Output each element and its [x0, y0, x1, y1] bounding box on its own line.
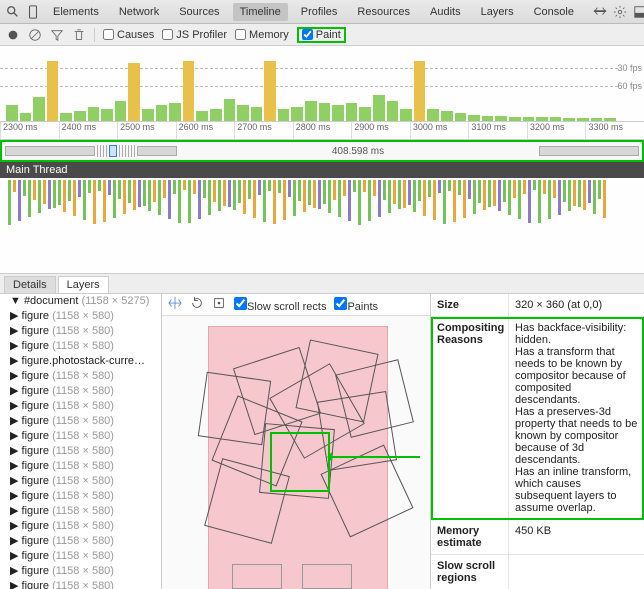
trash-icon[interactable] [72, 28, 86, 42]
selected-layer-highlight [270, 432, 330, 492]
tree-row[interactable]: ▶ figure (1158 × 580) [0, 548, 161, 563]
tree-row[interactable]: ▶ figure.photostack-curre… [0, 353, 161, 368]
prop-mem-key: Memory estimate [431, 520, 509, 554]
fps-chart[interactable]: 30 fps 60 fps [0, 46, 644, 122]
layer-tree[interactable]: ▼ #document (1158 × 5275)▶ figure (1158 … [0, 294, 162, 589]
main-tabbar: Elements Network Sources Timeline Profil… [0, 0, 644, 24]
ruler-tick: 2700 ms [234, 122, 293, 139]
ruler-tick: 3100 ms [468, 122, 527, 139]
slow-scroll-label: Slow scroll rects [247, 301, 326, 313]
dock-icon[interactable] [633, 5, 644, 19]
sub-tabbar: Details Layers [0, 274, 644, 294]
tree-row[interactable]: ▼ #document (1158 × 5275) [0, 294, 161, 308]
subtab-layers[interactable]: Layers [58, 276, 109, 293]
device-icon[interactable] [26, 5, 40, 19]
fps-30-label: 30 fps [617, 63, 642, 73]
tree-row[interactable]: ▶ figure (1158 × 580) [0, 578, 161, 589]
prop-reasons-key: Compositing Reasons [431, 317, 509, 519]
tree-row[interactable]: ▶ figure (1158 × 580) [0, 338, 161, 353]
rotate-icon[interactable] [190, 296, 204, 313]
prop-slow-key: Slow scroll regions [431, 555, 509, 589]
gear-icon[interactable] [613, 5, 627, 19]
drawer-icon[interactable] [593, 5, 607, 19]
ruler-tick: 2500 ms [117, 122, 176, 139]
memory-checkbox[interactable]: Memory [235, 29, 289, 41]
timeline-filterbar: Causes JS Profiler Memory Paint [0, 24, 644, 46]
reset-icon[interactable] [212, 296, 226, 313]
layer-rect [198, 372, 271, 445]
overview-strip[interactable]: 408.598 ms [0, 140, 644, 162]
prop-mem-val: 450 KB [509, 520, 644, 554]
ruler-tick: 3300 ms [585, 122, 644, 139]
main-thread-header: Main Thread [0, 162, 644, 178]
tree-row[interactable]: ▶ figure (1158 × 580) [0, 428, 161, 443]
prop-size-val: 320 × 360 (at 0,0) [509, 294, 644, 316]
ruler-tick: 3000 ms [410, 122, 469, 139]
tree-row[interactable]: ▶ figure (1158 × 580) [0, 488, 161, 503]
tab-sources[interactable]: Sources [172, 3, 226, 21]
layers-toolbar: Slow scroll rects Paints [162, 294, 430, 316]
memory-label: Memory [249, 29, 289, 41]
tab-layers[interactable]: Layers [474, 3, 521, 21]
tab-resources[interactable]: Resources [350, 3, 417, 21]
tree-row[interactable]: ▶ figure (1158 × 580) [0, 398, 161, 413]
ruler-tick: 2800 ms [293, 122, 352, 139]
prop-size-key: Size [431, 294, 509, 316]
tree-row[interactable]: ▶ figure (1158 × 580) [0, 323, 161, 338]
overview-selection[interactable] [109, 145, 117, 157]
jsprofiler-checkbox[interactable]: JS Profiler [162, 29, 227, 41]
ruler-tick: 2600 ms [176, 122, 235, 139]
prop-reasons-val: Has backface-visibility: hidden. Has a t… [509, 317, 644, 519]
paint-checkbox[interactable]: Paint [297, 27, 346, 43]
tree-row[interactable]: ▶ figure (1158 × 580) [0, 533, 161, 548]
causes-label: Causes [117, 29, 154, 41]
tab-console[interactable]: Console [527, 3, 581, 21]
pan-icon[interactable] [168, 296, 182, 313]
main-thread-flame[interactable] [0, 178, 644, 274]
ruler-tick: 2900 ms [351, 122, 410, 139]
clear-icon[interactable] [28, 28, 42, 42]
tab-profiles[interactable]: Profiles [294, 3, 345, 21]
search-icon[interactable] [6, 5, 20, 19]
causes-checkbox[interactable]: Causes [103, 29, 154, 41]
tree-row[interactable]: ▶ figure (1158 × 580) [0, 503, 161, 518]
tree-row[interactable]: ▶ figure (1158 × 580) [0, 473, 161, 488]
tree-row[interactable]: ▶ figure (1158 × 580) [0, 458, 161, 473]
paints-checkbox[interactable]: Paints [334, 297, 378, 313]
tree-row[interactable]: ▶ figure (1158 × 580) [0, 308, 161, 323]
prop-slow-val [509, 555, 644, 589]
layer-rect [335, 359, 414, 438]
ruler-tick: 3200 ms [527, 122, 586, 139]
tab-network[interactable]: Network [112, 3, 166, 21]
record-icon[interactable] [6, 28, 20, 42]
tab-audits[interactable]: Audits [423, 3, 468, 21]
layer-rect [302, 564, 352, 589]
tree-row[interactable]: ▶ figure (1158 × 580) [0, 368, 161, 383]
tree-row[interactable]: ▶ figure (1158 × 580) [0, 563, 161, 578]
callout-arrow [330, 456, 420, 458]
tab-elements[interactable]: Elements [46, 3, 106, 21]
tree-row[interactable]: ▶ figure (1158 × 580) [0, 518, 161, 533]
slow-scroll-checkbox[interactable]: Slow scroll rects [234, 297, 326, 313]
filter-icon[interactable] [50, 28, 64, 42]
tree-row[interactable]: ▶ figure (1158 × 580) [0, 443, 161, 458]
subtab-details[interactable]: Details [4, 276, 56, 293]
layer-properties: Size320 × 360 (at 0,0) Compositing Reaso… [430, 294, 644, 589]
tree-row[interactable]: ▶ figure (1158 × 580) [0, 383, 161, 398]
paints-label: Paints [347, 301, 378, 313]
tab-timeline[interactable]: Timeline [233, 3, 288, 21]
overview-time: 408.598 ms [332, 146, 384, 157]
layer-canvas[interactable] [162, 316, 430, 589]
ruler-tick: 2400 ms [59, 122, 118, 139]
jsprofiler-label: JS Profiler [176, 29, 227, 41]
tree-row[interactable]: ▶ figure (1158 × 580) [0, 413, 161, 428]
time-ruler: 2300 ms2400 ms2500 ms2600 ms2700 ms2800 … [0, 122, 644, 140]
layer-rect [232, 564, 282, 589]
fps-60-label: 60 fps [617, 81, 642, 91]
paint-label: Paint [316, 29, 341, 41]
ruler-tick: 2300 ms [0, 122, 59, 139]
